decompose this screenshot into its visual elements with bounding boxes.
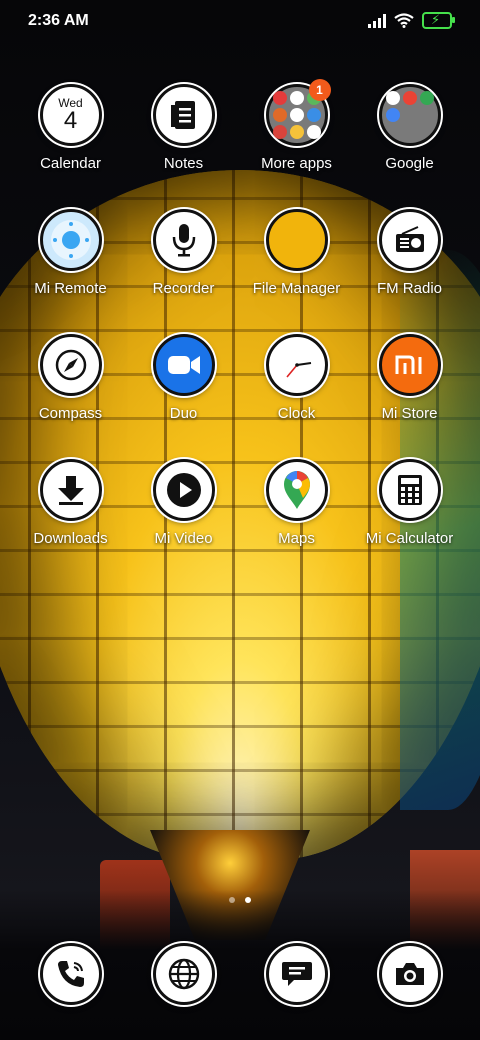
duo-video-icon[interactable]: [152, 334, 215, 396]
app-mi-remote[interactable]: Mi Remote: [14, 209, 127, 297]
maps-pin-icon[interactable]: [265, 459, 328, 521]
dock-camera[interactable]: [353, 943, 466, 1005]
status-bar: 2:36 AM ⚡: [0, 0, 480, 44]
calendar-icon[interactable]: Wed 4: [39, 84, 102, 146]
notes-icon[interactable]: [152, 84, 215, 146]
dock-browser[interactable]: [127, 943, 240, 1005]
app-label-maps: Maps: [278, 530, 315, 547]
app-mi-store[interactable]: Mi Store: [353, 334, 466, 422]
dock: [14, 943, 466, 1005]
play-icon[interactable]: [152, 459, 215, 521]
app-mi-video[interactable]: Mi Video: [127, 459, 240, 547]
app-label-notes: Notes: [163, 155, 204, 172]
wifi-icon: [394, 13, 414, 28]
app-label-more-apps: More apps: [261, 155, 332, 172]
phone-icon[interactable]: [39, 943, 102, 1005]
app-label-mi-video: Mi Video: [154, 530, 213, 547]
status-icons: ⚡: [368, 12, 455, 29]
status-time: 2:36 AM: [28, 12, 89, 29]
page-dot-1[interactable]: [229, 897, 235, 903]
page-indicator: [0, 897, 480, 903]
dock-phone[interactable]: [14, 943, 127, 1005]
notification-badge: 1: [308, 79, 331, 101]
compass-icon[interactable]: [39, 334, 102, 396]
app-mi-calculator[interactable]: Mi Calculator: [353, 459, 466, 547]
app-maps[interactable]: Maps: [240, 459, 353, 547]
app-label-clock: Clock: [277, 405, 316, 422]
app-google-folder[interactable]: Google: [353, 84, 466, 172]
app-duo[interactable]: Duo: [127, 334, 240, 422]
mi-store-icon[interactable]: [378, 334, 441, 396]
calendar-date: 4: [63, 107, 78, 134]
app-label-fm-radio: FM Radio: [376, 280, 443, 297]
app-label-mi-calculator: Mi Calculator: [365, 530, 454, 547]
browser-globe-icon[interactable]: [152, 943, 215, 1005]
app-recorder[interactable]: Recorder: [127, 209, 240, 297]
app-label-file-manager: File Manager: [252, 280, 341, 297]
page-dot-2-active[interactable]: [245, 897, 251, 903]
messages-icon[interactable]: [265, 943, 328, 1005]
app-label-calendar: Calendar: [40, 155, 101, 172]
app-label-mi-remote: Mi Remote: [34, 280, 107, 297]
download-icon[interactable]: [39, 459, 102, 521]
file-manager-icon[interactable]: [265, 209, 328, 271]
dock-messages[interactable]: [240, 943, 353, 1005]
app-compass[interactable]: Compass: [14, 334, 127, 422]
app-grid: Wed 4 Calendar Notes 1 More apps Google …: [14, 79, 466, 547]
battery-charging-icon: ⚡: [422, 12, 455, 29]
app-more-apps-folder[interactable]: 1 More apps: [240, 79, 353, 172]
app-label-google: Google: [385, 155, 434, 172]
mi-remote-icon[interactable]: [39, 209, 102, 271]
calculator-icon[interactable]: [378, 459, 441, 521]
app-label-downloads: Downloads: [33, 530, 108, 547]
app-file-manager[interactable]: File Manager: [240, 209, 353, 297]
google-folder-icon[interactable]: [378, 84, 441, 146]
app-downloads[interactable]: Downloads: [14, 459, 127, 547]
app-label-recorder: Recorder: [152, 280, 215, 297]
app-label-mi-store: Mi Store: [381, 405, 438, 422]
app-label-compass: Compass: [38, 405, 103, 422]
app-clock[interactable]: Clock: [240, 334, 353, 422]
camera-icon[interactable]: [378, 943, 441, 1005]
app-label-duo: Duo: [169, 405, 198, 422]
app-calendar[interactable]: Wed 4 Calendar: [14, 84, 127, 172]
app-fm-radio[interactable]: FM Radio: [353, 209, 466, 297]
clock-icon[interactable]: [265, 334, 328, 396]
radio-icon[interactable]: [378, 209, 441, 271]
microphone-icon[interactable]: [152, 209, 215, 271]
folder-mini-icons: [385, 91, 434, 139]
signal-icon: [368, 13, 386, 28]
folder-icon[interactable]: 1: [265, 79, 331, 146]
app-notes[interactable]: Notes: [127, 84, 240, 172]
